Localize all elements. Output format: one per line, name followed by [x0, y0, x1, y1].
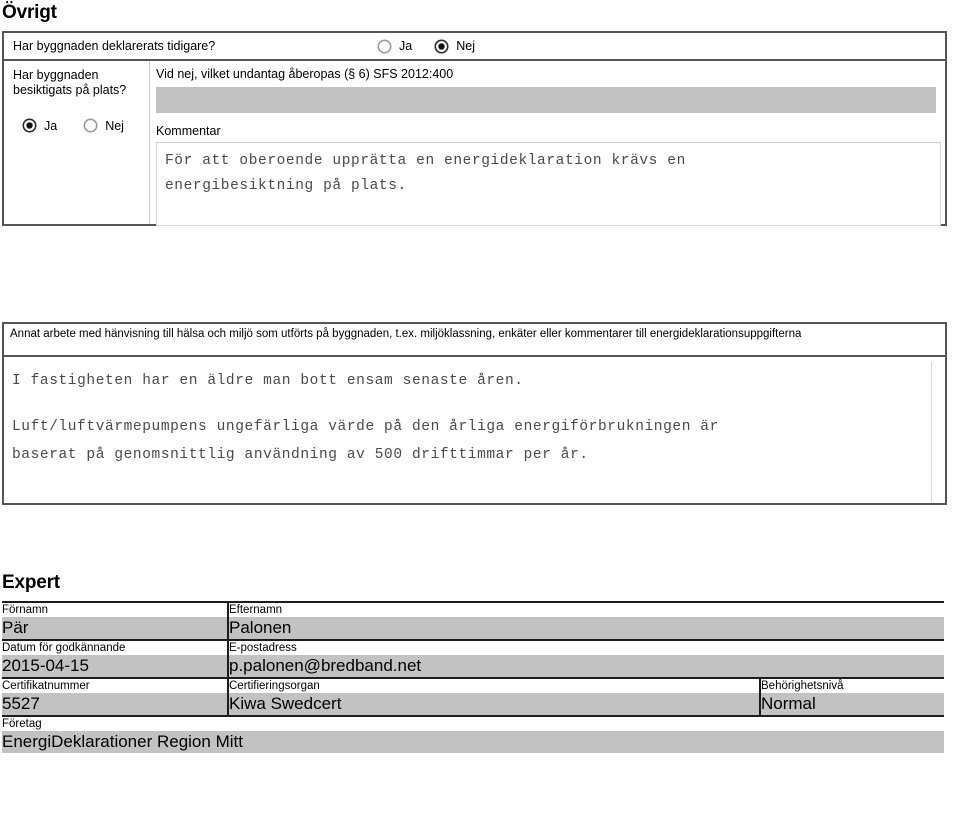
kommentar-field-label: Kommentar [156, 124, 221, 138]
efternamn-value[interactable]: Palonen [228, 617, 944, 641]
expert-table: Förnamn Efternamn Pär Palonen Datum för … [2, 601, 944, 753]
declared-previously-row: Har byggnaden deklarerats tidigare? Ja N… [4, 33, 945, 61]
annat-arbete-panel: Annat arbete med hänvisning till hälsa o… [2, 322, 947, 505]
table-row: Pär Palonen [2, 617, 944, 641]
radio-selected-icon[interactable] [434, 39, 449, 54]
radio-label-declared-nej: Nej [456, 39, 475, 53]
table-row: Datum för godkännande E-postadress [2, 640, 944, 655]
table-row: EnergiDeklarationer Region Mitt [2, 731, 944, 753]
certifieringsorgan-label: Certifieringsorgan [228, 678, 761, 693]
annat-arbete-label: Annat arbete med hänvisning till hälsa o… [4, 324, 945, 357]
inspected-onsite-label: Har byggnaden besiktigats på plats? [13, 68, 127, 97]
table-row: Certifikatnummer Certifieringsorgan Behö… [2, 678, 944, 693]
radio-option-inspected-nej[interactable]: Nej [83, 118, 124, 133]
efternamn-label: Efternamn [228, 601, 944, 617]
radio-label-declared-ja: Ja [399, 39, 413, 53]
certifikatnummer-value[interactable]: 5527 [2, 693, 229, 717]
table-row: Företag [2, 716, 944, 731]
exception-input[interactable] [156, 87, 936, 113]
fornamn-value[interactable]: Pär [2, 617, 229, 641]
certifikatnummer-label: Certifikatnummer [2, 678, 229, 693]
exception-and-comment-cell: Vid nej, vilket undantag åberopas (§ 6) … [150, 61, 945, 226]
annat-arbete-body: I fastigheten har en äldre man bott ensa… [4, 357, 945, 503]
declared-previously-label: Har byggnaden deklarerats tidigare? [13, 39, 216, 53]
fornamn-label: Förnamn [2, 601, 229, 617]
kommentar-textarea[interactable]: För att oberoende upprätta en energidekl… [156, 142, 941, 226]
behorighetsniva-label: Behörighetsnivå [760, 678, 944, 693]
annat-arbete-textarea[interactable]: I fastigheten har en äldre man bott ensa… [4, 362, 932, 502]
foretag-value[interactable]: EnergiDeklarationer Region Mitt [2, 731, 944, 753]
table-row: 2015-04-15 p.palonen@bredband.net [2, 655, 944, 679]
radio-unselected-icon[interactable] [377, 39, 392, 54]
inspected-onsite-cell: Har byggnaden besiktigats på plats? Ja N… [4, 61, 150, 224]
table-row: Förnamn Efternamn [2, 601, 944, 617]
datum-value[interactable]: 2015-04-15 [2, 655, 229, 679]
radio-selected-icon[interactable] [22, 118, 37, 133]
exception-field-label: Vid nej, vilket undantag åberopas (§ 6) … [156, 67, 454, 81]
certifieringsorgan-value[interactable]: Kiwa Swedcert [228, 693, 761, 717]
annat-paragraph-1: I fastigheten har en äldre man bott ensa… [12, 373, 524, 389]
radio-option-inspected-ja[interactable]: Ja [22, 118, 57, 133]
epost-value[interactable]: p.palonen@bredband.net [228, 655, 944, 679]
radio-option-declared-nej[interactable]: Nej [434, 39, 475, 54]
epost-label: E-postadress [228, 640, 944, 655]
page-title-ovrigt: Övrigt [2, 2, 57, 23]
radio-label-inspected-ja: Ja [44, 118, 58, 133]
page-title-expert: Expert [2, 572, 60, 593]
table-row: 5527 Kiwa Swedcert Normal [2, 693, 944, 717]
declared-previously-radio-group[interactable]: Ja Nej [377, 39, 475, 54]
kommentar-text: För att oberoende upprätta en energidekl… [165, 153, 686, 194]
ovrigt-panel: Har byggnaden deklarerats tidigare? Ja N… [2, 31, 947, 226]
radio-option-declared-ja[interactable]: Ja [377, 39, 412, 54]
annat-paragraph-2: Luft/luftvärmepumpens ungefärliga värde … [12, 419, 719, 463]
foretag-label: Företag [2, 716, 944, 731]
inspected-onsite-radio-group[interactable]: Ja Nej [13, 118, 149, 133]
radio-label-inspected-nej: Nej [105, 118, 124, 133]
behorighetsniva-value[interactable]: Normal [760, 693, 944, 717]
datum-label: Datum för godkännande [2, 640, 229, 655]
radio-unselected-icon[interactable] [83, 118, 98, 133]
